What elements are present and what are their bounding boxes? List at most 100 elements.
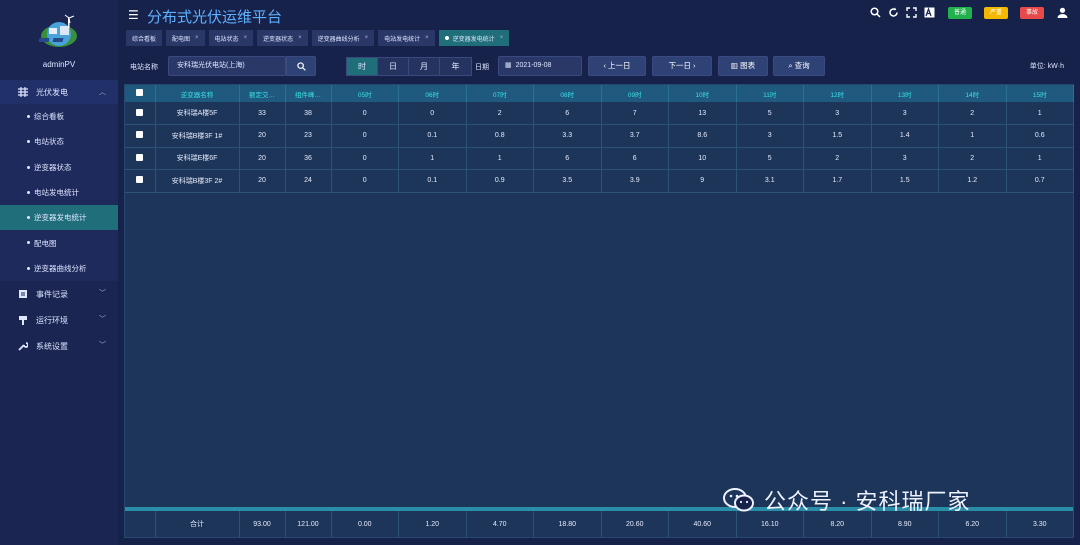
summary-cell: 4.70	[466, 511, 534, 537]
summary-cell: 0.00	[331, 511, 399, 537]
row-checkbox[interactable]	[125, 147, 156, 170]
column-header[interactable]: 09时	[601, 85, 669, 102]
query-button[interactable]: ⌕ 查询	[773, 56, 825, 76]
table-row[interactable]: 安科瑞B楼3F 1# 20 23 0 0.1 0.8 3.3 3.7 8.6 3 1.5 1.4 1 0.…	[125, 124, 1074, 148]
tab-inverter-stats[interactable]: 逆变器发电统计 ×	[438, 30, 510, 46]
column-header[interactable]: 13时	[871, 85, 939, 102]
seg-day[interactable]: 日	[378, 58, 409, 75]
table-row[interactable]: 安科瑞E楼6F 20 36 0 1 1 6 6 10 5 2 3 2 1	[125, 147, 1074, 170]
summary-blank-cell	[125, 511, 156, 537]
inverter-name-cell: 安科瑞B楼3F 2#	[155, 169, 240, 193]
table-cell: 20	[239, 124, 286, 148]
close-icon[interactable]: ×	[195, 35, 199, 41]
sidebar-group-label: 事件记录	[36, 289, 68, 299]
column-header[interactable]: 12时	[803, 85, 872, 102]
query-toolbar: 电站名称 安科瑞光伏电站(上海) 时 日 月 年 日期 ▦ 2021-09-08 …	[118, 54, 1080, 80]
station-label: 电站名称	[130, 64, 158, 71]
tab-station-stats[interactable]: 电站发电统计 ×	[378, 30, 435, 46]
search-icon[interactable]	[870, 7, 882, 19]
column-header[interactable]: 11时	[736, 85, 804, 102]
close-icon[interactable]: ×	[298, 35, 302, 41]
table-cell: 36	[285, 147, 332, 170]
prev-day-button[interactable]: ‹ 上一日	[588, 56, 646, 76]
table-cell: 3	[803, 102, 872, 125]
sidebar-item-inverter-stats[interactable]: 逆变器发电统计	[0, 205, 118, 231]
table-cell: 2	[466, 102, 534, 125]
column-header[interactable]: 逆变器名称	[155, 85, 240, 102]
table-cell: 33	[239, 102, 286, 125]
date-picker[interactable]: ▦ 2021-09-08	[498, 56, 582, 76]
row-checkbox[interactable]	[125, 169, 156, 193]
alarm-normal-badge[interactable]: 普通	[947, 7, 972, 19]
row-checkbox[interactable]	[125, 102, 156, 125]
table-cell: 1.4	[871, 124, 939, 148]
app-title: 分布式光伏运维平台	[147, 9, 283, 26]
sidebar-item-inverter-status[interactable]: 逆变器状态	[0, 155, 118, 180]
tab-dashboard[interactable]: 综合看板	[126, 30, 163, 46]
table-cell: 38	[285, 102, 332, 125]
sidebar-group-environment[interactable]: 运行环境 ﹀	[0, 307, 118, 333]
sidebar-group-events[interactable]: 事件记录 ﹀	[0, 281, 118, 307]
table-cell: 20	[239, 147, 286, 170]
menu-toggle-icon[interactable]: ☰	[128, 8, 139, 22]
table-cell: 3.3	[533, 124, 602, 148]
tab-curve-analysis[interactable]: 逆变器曲线分析 ×	[311, 30, 375, 46]
next-day-button[interactable]: 下一日 ›	[652, 56, 712, 76]
close-icon[interactable]: ×	[425, 35, 429, 41]
date-label: 日期	[475, 64, 489, 71]
summary-cell: 1.20	[398, 511, 467, 537]
close-icon[interactable]: ×	[365, 35, 369, 41]
column-header[interactable]: 额定交…	[239, 85, 286, 102]
table-cell: 1.7	[803, 169, 872, 193]
chevron-down-icon: ﹀	[99, 342, 106, 350]
table-cell: 24	[285, 169, 332, 193]
chart-button[interactable]: ▥ 图表	[718, 56, 768, 76]
sidebar-group-settings[interactable]: 系统设置 ﹀	[0, 333, 118, 359]
watermark-text: 公众号 · 安科瑞厂家	[764, 489, 971, 514]
column-header[interactable]: 14时	[938, 85, 1007, 102]
close-icon[interactable]: ×	[244, 35, 248, 41]
close-icon[interactable]: ×	[500, 35, 504, 41]
sidebar-group-pv[interactable]: 光伏发电 ︿	[0, 80, 118, 104]
tab-distribution[interactable]: 配电图 ×	[166, 30, 205, 46]
seg-month[interactable]: 月	[409, 58, 440, 75]
seg-hour[interactable]: 时	[347, 58, 378, 75]
table-cell: 7	[601, 102, 669, 125]
station-select[interactable]: 安科瑞光伏电站(上海)	[168, 56, 286, 76]
summary-cell: 20.60	[601, 511, 669, 537]
row-checkbox[interactable]	[125, 124, 156, 148]
sidebar-item-dashboard[interactable]: 综合看板	[0, 104, 118, 129]
fullscreen-icon[interactable]	[906, 7, 918, 19]
table-cell: 5	[736, 147, 804, 170]
sidebar-item-station-stats[interactable]: 电站发电统计	[0, 180, 118, 205]
sidebar-item-curve-analysis[interactable]: 逆变器曲线分析	[0, 256, 118, 281]
page-tabs: 综合看板 配电图 × 电站状态 × 逆变器状态 × 逆变器曲线分析 × 电站发电统计 × …	[118, 30, 1080, 48]
sidebar-group-label: 运行环境	[36, 315, 68, 325]
sidebar: adminPV 光伏发电 ︿ 综合看板 电站状态 逆变器状态 电站发电统计 逆变…	[0, 0, 118, 545]
table-row[interactable]: 安科瑞A楼5F 33 38 0 0 2 6 7 13 5 3 3 2 1	[125, 102, 1074, 125]
station-search-button[interactable]	[286, 56, 316, 76]
tab-station-status[interactable]: 电站状态 ×	[208, 30, 254, 46]
sidebar-item-distribution[interactable]: 配电图	[0, 230, 118, 255]
select-all-checkbox[interactable]	[125, 85, 156, 102]
grid-icon	[18, 87, 28, 97]
alarm-accident-badge[interactable]: 事故	[1019, 7, 1044, 19]
column-header[interactable]: 组件峰…	[285, 85, 332, 102]
column-header[interactable]: 10时	[668, 85, 737, 102]
sidebar-menu: 光伏发电 ︿ 综合看板 电站状态 逆变器状态 电站发电统计 逆变器发电统计 配电…	[0, 80, 118, 359]
tab-inverter-status[interactable]: 逆变器状态 ×	[257, 30, 308, 46]
font-size-icon[interactable]	[924, 7, 936, 19]
column-header[interactable]: 15时	[1006, 85, 1074, 102]
user-icon[interactable]	[1056, 7, 1068, 19]
table-cell: 0.8	[466, 124, 534, 148]
bar-chart-icon: ▥	[730, 61, 741, 70]
column-header[interactable]: 05时	[331, 85, 399, 102]
refresh-icon[interactable]	[888, 7, 900, 19]
column-header[interactable]: 08时	[533, 85, 602, 102]
column-header[interactable]: 07时	[466, 85, 534, 102]
sidebar-item-station-status[interactable]: 电站状态	[0, 129, 118, 154]
column-header[interactable]: 06时	[398, 85, 467, 102]
alarm-severe-badge[interactable]: 严重	[983, 7, 1008, 19]
seg-year[interactable]: 年	[440, 58, 471, 75]
table-row[interactable]: 安科瑞B楼3F 2# 20 24 0 0.1 0.9 3.5 3.9 9 3.1 1.7 1.5 1.2…	[125, 169, 1074, 193]
